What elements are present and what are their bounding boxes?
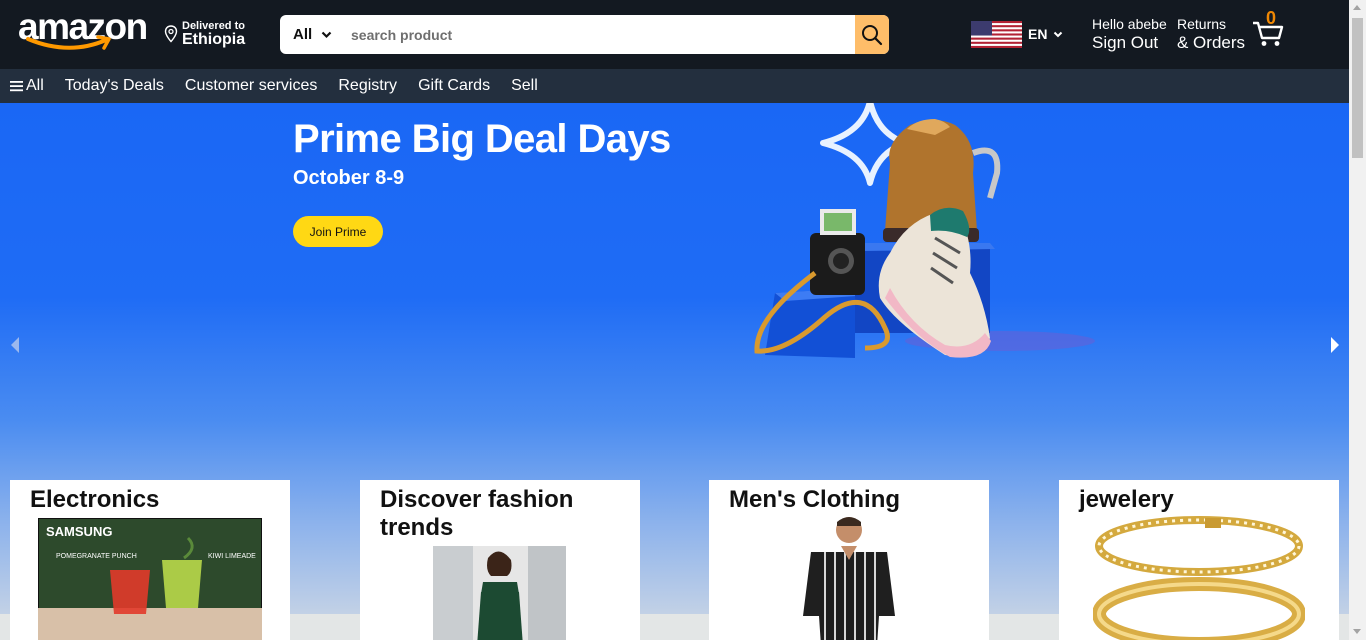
- page-scrollbar[interactable]: [1349, 0, 1366, 640]
- image-caption-right: KIWI LIMEADE: [208, 553, 256, 560]
- chevron-down-icon: [321, 31, 332, 38]
- nav-sell[interactable]: Sell: [511, 77, 538, 95]
- hero-date: October 8-9: [293, 167, 405, 189]
- nav-bar: All Today's Deals Customer services Regi…: [0, 69, 1349, 103]
- mens-clothing-product-image[interactable]: [791, 516, 911, 640]
- returns-orders[interactable]: Returns & Orders: [1177, 16, 1245, 52]
- samsung-brand-text: SAMSUNG: [46, 524, 112, 539]
- account-greeting: Hello abebe: [1092, 16, 1167, 32]
- scrollbar-thumb[interactable]: [1352, 18, 1363, 158]
- nav-all-label: All: [26, 77, 44, 94]
- electronics-product-image[interactable]: SAMSUNG POMEGRANATE PUNCH KIWI LIMEADE: [38, 518, 262, 640]
- category-card-fashion[interactable]: Discover fashion trends: [360, 480, 640, 640]
- search-category-label: All: [293, 26, 313, 43]
- card-title: Electronics: [30, 486, 160, 513]
- jewelery-product-image[interactable]: [1093, 516, 1305, 640]
- carousel-next-button[interactable]: [1329, 335, 1341, 355]
- card-title: Men's Clothing: [729, 486, 901, 513]
- sign-out-link[interactable]: Sign Out: [1092, 33, 1167, 52]
- category-card-mens-clothing[interactable]: Men's Clothing: [709, 480, 989, 640]
- category-card-jewelery[interactable]: jewelery: [1059, 480, 1339, 640]
- language-code: EN: [1028, 26, 1048, 42]
- cart-icon: [1253, 21, 1284, 46]
- hero-title: Prime Big Deal Days: [293, 117, 671, 161]
- us-flag-icon: [971, 20, 1022, 48]
- carousel-prev-button[interactable]: [9, 335, 21, 355]
- search-bar: All: [280, 15, 889, 54]
- language-selector[interactable]: EN: [971, 20, 1063, 48]
- card-title: Discover fashion trends: [380, 486, 574, 541]
- nav-customer-services[interactable]: Customer services: [185, 77, 317, 95]
- cart-button[interactable]: 0: [1251, 8, 1291, 48]
- deliver-location: Ethiopia: [182, 31, 246, 48]
- search-category-select[interactable]: All: [280, 15, 340, 54]
- top-header: amazon Delivered to Ethiopia All search …: [0, 0, 1349, 69]
- smile-arrow-icon: [26, 35, 111, 50]
- nav-gift-cards[interactable]: Gift Cards: [418, 77, 490, 95]
- hero-products-illustration: [754, 103, 1095, 358]
- nav-all-menu[interactable]: All: [10, 77, 44, 95]
- orders-label: & Orders: [1177, 33, 1246, 52]
- chevron-down-icon: [1054, 31, 1063, 37]
- search-input[interactable]: [342, 15, 832, 54]
- nav-registry[interactable]: Registry: [338, 77, 397, 95]
- scroll-up-arrow-icon[interactable]: [1353, 5, 1361, 10]
- nav-todays-deals[interactable]: Today's Deals: [65, 77, 164, 95]
- fashion-product-image[interactable]: [433, 546, 566, 640]
- scroll-down-arrow-icon[interactable]: [1353, 629, 1361, 634]
- card-title: jewelery: [1079, 486, 1174, 513]
- returns-label: Returns: [1177, 16, 1227, 32]
- deliver-to[interactable]: Delivered to Ethiopia: [164, 19, 264, 51]
- search-button[interactable]: [855, 15, 889, 54]
- hamburger-icon: [10, 81, 23, 92]
- search-icon: [862, 24, 883, 45]
- image-caption-left: POMEGRANATE PUNCH: [56, 553, 137, 560]
- account-menu[interactable]: Hello abebe Sign Out: [1092, 16, 1167, 52]
- location-pin-icon: [164, 25, 178, 43]
- category-card-electronics[interactable]: Electronics SAMSUNG POMEGRANATE PUNCH KI…: [10, 480, 290, 640]
- amazon-logo[interactable]: amazon: [18, 8, 148, 54]
- join-prime-button[interactable]: Join Prime: [293, 216, 383, 247]
